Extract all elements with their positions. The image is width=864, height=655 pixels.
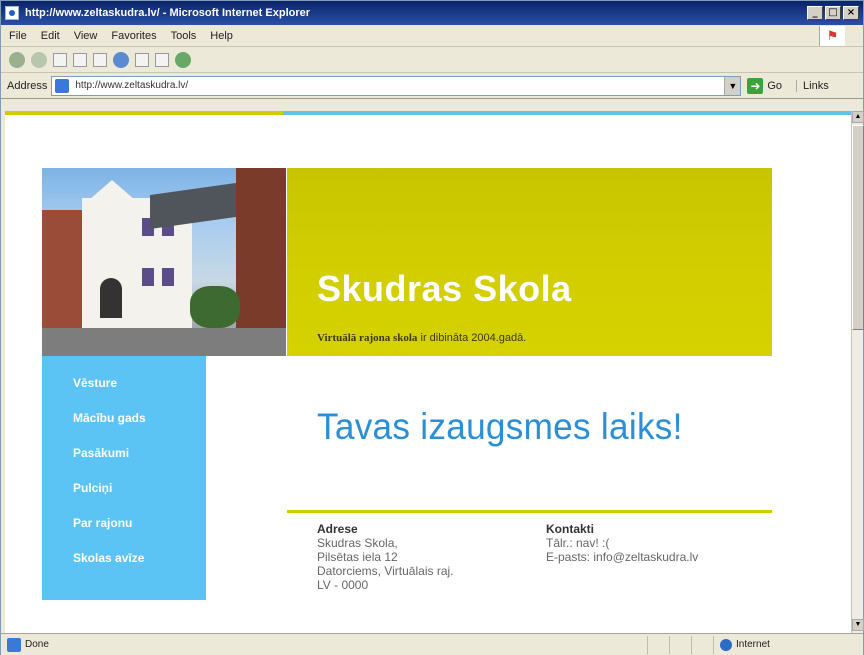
nav-item-skolas-avize[interactable]: Skolas avīze: [73, 551, 206, 586]
status-bar: Done Internet: [1, 633, 863, 655]
address-heading: Adrese: [317, 522, 358, 536]
address-line: Pilsētas iela 12: [317, 550, 398, 564]
go-label: Go: [767, 79, 783, 92]
back-icon[interactable]: [9, 51, 25, 68]
contacts-heading: Kontakti: [546, 522, 594, 536]
history-icon[interactable]: [155, 52, 169, 67]
go-button[interactable]: ➜ Go: [747, 77, 783, 94]
minimize-icon[interactable]: _: [807, 6, 823, 20]
contacts-block: Kontakti Tālr.: nav! :( E-pasts: info@ze…: [546, 522, 698, 564]
search-icon[interactable]: [113, 51, 129, 68]
vertical-scrollbar[interactable]: ▲ ▼: [851, 111, 864, 633]
window-controls: _ □ ×: [807, 6, 863, 20]
nav-item-vesture[interactable]: Vēsture: [73, 376, 206, 411]
stop-icon[interactable]: [53, 52, 67, 67]
window-title: http://www.zeltaskudra.lv/ - Microsoft I…: [25, 7, 311, 19]
page-slogan: Tavas izaugsmes laiks!: [317, 406, 683, 447]
contact-phone: Tālr.: nav! :(: [546, 536, 610, 550]
menu-favorites[interactable]: Favorites: [111, 30, 156, 42]
top-stripe-blue: [283, 111, 851, 115]
toolbar: [1, 47, 863, 73]
top-stripe-yellow: [5, 111, 283, 115]
site-title: Skudras Skola: [317, 268, 572, 309]
address-line: LV - 0000: [317, 578, 369, 592]
menu-tools[interactable]: Tools: [171, 30, 197, 42]
globe-icon: [720, 638, 732, 651]
title-bar: http://www.zeltaskudra.lv/ - Microsoft I…: [1, 1, 863, 25]
nav-item-pulcini[interactable]: Pulciņi: [73, 481, 206, 516]
address-dropdown-icon[interactable]: ▼: [724, 76, 741, 95]
address-label: Address: [7, 79, 48, 92]
status-text: Done: [25, 639, 49, 650]
address-value: http://www.zeltaskudra.lv/: [75, 80, 189, 91]
site-tagline: Virtuālā rajona skola ir dibināta 2004.g…: [317, 332, 526, 344]
security-zone: Internet: [713, 635, 863, 654]
nav-item-pasakumi[interactable]: Pasākumi: [73, 446, 206, 481]
nav-item-par-rajonu[interactable]: Par rajonu: [73, 516, 206, 551]
content-divider: [287, 510, 772, 513]
menu-edit[interactable]: Edit: [41, 30, 60, 42]
school-photo: [42, 168, 286, 356]
menu-file[interactable]: File: [9, 30, 27, 42]
menu-view[interactable]: View: [74, 30, 98, 42]
refresh-icon[interactable]: [73, 52, 87, 67]
home-icon[interactable]: [93, 52, 107, 67]
favorites-icon[interactable]: [135, 52, 149, 67]
ie-icon: [5, 6, 19, 20]
zone-label: Internet: [736, 639, 770, 650]
address-bar: Address http://www.zeltaskudra.lv/ ▼ ➜ G…: [1, 73, 863, 99]
close-icon[interactable]: ×: [843, 6, 859, 20]
address-input[interactable]: http://www.zeltaskudra.lv/ ▼: [51, 75, 742, 96]
address-block: Adrese Skudras Skola, Pilsētas iela 12 D…: [317, 522, 454, 592]
page-done-icon: [7, 637, 21, 652]
maximize-icon[interactable]: □: [825, 6, 841, 20]
contact-email[interactable]: E-pasts: info@zeltaskudra.lv: [546, 550, 698, 564]
page-viewport: Skudras Skola Virtuālā rajona skola ir d…: [5, 111, 851, 633]
forward-icon[interactable]: [31, 51, 47, 68]
address-line: Skudras Skola,: [317, 536, 398, 550]
menu-help[interactable]: Help: [210, 30, 233, 42]
header-banner: Skudras Skola Virtuālā rajona skola ir d…: [287, 168, 772, 356]
tagline-bold: Virtuālā rajona skola: [317, 332, 418, 344]
media-icon[interactable]: [175, 51, 191, 68]
menu-bar: File Edit View Favorites Tools Help ⚑: [1, 25, 863, 47]
page-icon: [55, 78, 70, 93]
scroll-up-icon[interactable]: ▲: [852, 111, 864, 123]
tagline-rest: ir dibināta 2004.gadā.: [417, 332, 527, 344]
address-line: Datorciems, Virtuālais raj.: [317, 564, 454, 578]
browser-window: http://www.zeltaskudra.lv/ - Microsoft I…: [0, 0, 864, 655]
go-arrow-icon: ➜: [747, 77, 764, 94]
links-button[interactable]: Links: [796, 79, 829, 92]
windows-logo-icon: ⚑: [819, 26, 845, 46]
nav-item-macibu-gads[interactable]: Mācību gads: [73, 411, 206, 446]
side-navigation: Vēsture Mācību gads Pasākumi Pulciņi Par…: [42, 356, 206, 600]
scroll-down-icon[interactable]: ▼: [852, 619, 864, 631]
scroll-thumb[interactable]: [852, 125, 864, 330]
